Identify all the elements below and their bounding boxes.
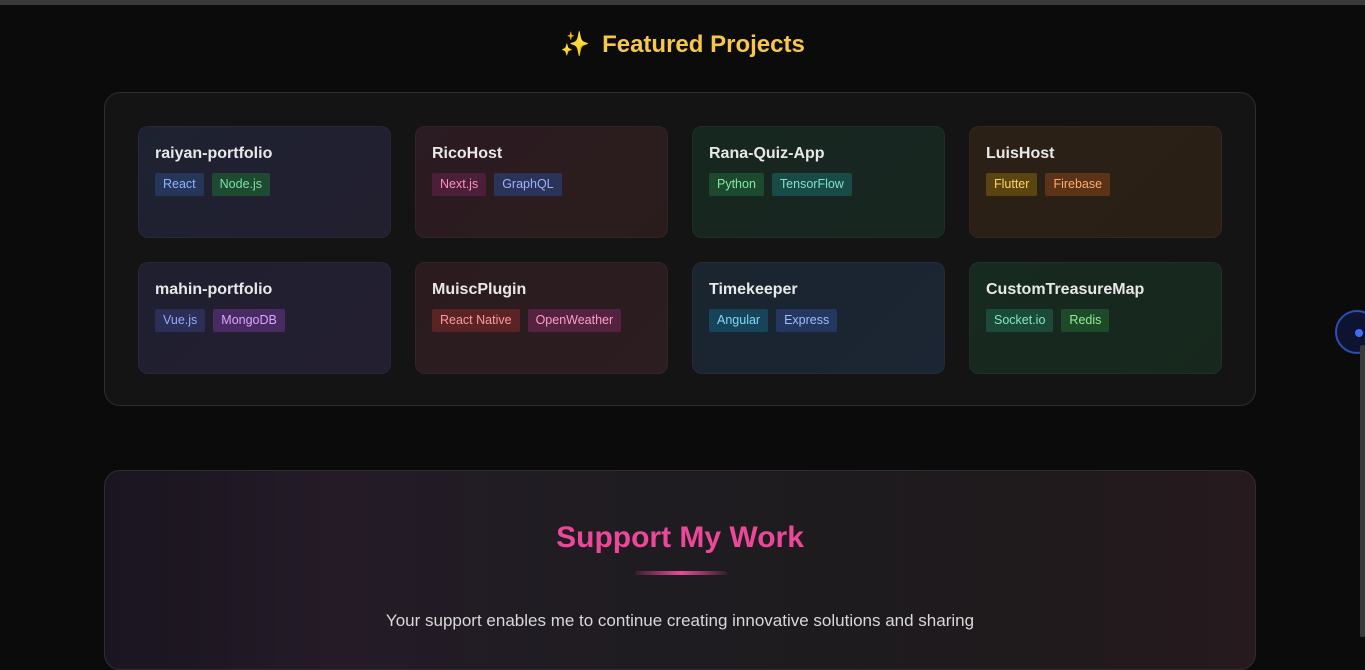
tech-tag: MongoDB bbox=[213, 309, 285, 332]
tech-tag: Redis bbox=[1061, 309, 1110, 332]
project-name: CustomTreasureMap bbox=[986, 281, 1145, 298]
project-name: raiyan-portfolio bbox=[155, 145, 273, 162]
tech-tag: React bbox=[155, 173, 204, 196]
project-tags: React Native OpenWeather bbox=[432, 309, 651, 332]
tech-tag: OpenWeather bbox=[527, 309, 622, 332]
sparkle-icon: ✨ bbox=[560, 31, 591, 58]
tech-tag: Vue.js bbox=[155, 309, 206, 332]
featured-projects-title: Featured Projects bbox=[602, 31, 805, 58]
project-tags: Python TensorFlow bbox=[709, 173, 928, 196]
top-edge-bar bbox=[0, 0, 1365, 5]
support-title: Support My Work bbox=[556, 521, 804, 554]
project-card-luishost[interactable]: LuisHost Flutter Firebase bbox=[969, 126, 1222, 238]
tech-tag: Node.js bbox=[211, 173, 271, 196]
project-tags: Socket.io Redis bbox=[986, 309, 1205, 332]
support-description: Your support enables me to continue crea… bbox=[385, 611, 975, 630]
tech-tag: Flutter bbox=[986, 173, 1038, 196]
project-name: LuisHost bbox=[986, 145, 1055, 162]
support-section: Support My Work Your support enables me … bbox=[104, 470, 1256, 670]
project-card-mahin-portfolio[interactable]: mahin-portfolio Vue.js MongoDB bbox=[138, 262, 391, 374]
project-name: MuiscPlugin bbox=[432, 281, 527, 298]
project-name: mahin-portfolio bbox=[155, 281, 273, 298]
featured-projects-heading: ✨ Featured Projects bbox=[0, 30, 1365, 59]
tech-tag: React Native bbox=[432, 309, 520, 332]
project-name: Rana-Quiz-App bbox=[709, 145, 825, 162]
project-card-ricohost[interactable]: RicoHost Next.js GraphQL bbox=[415, 126, 668, 238]
project-tags: Next.js GraphQL bbox=[432, 173, 651, 196]
project-tags: Vue.js MongoDB bbox=[155, 309, 374, 332]
tech-tag: Python bbox=[709, 173, 764, 196]
page: ✨ Featured Projects raiyan-portfolio Reac… bbox=[0, 0, 1365, 670]
project-card-timekeeper[interactable]: Timekeeper Angular Express bbox=[692, 262, 945, 374]
tech-tag: Express bbox=[776, 309, 838, 332]
tech-tag: Firebase bbox=[1045, 173, 1111, 196]
projects-grid: raiyan-portfolio React Node.js RicoHost … bbox=[138, 126, 1222, 374]
project-name: RicoHost bbox=[432, 145, 503, 162]
title-underline-divider bbox=[635, 571, 727, 575]
featured-projects-panel: raiyan-portfolio React Node.js RicoHost … bbox=[104, 92, 1256, 406]
project-tags: React Node.js bbox=[155, 173, 374, 196]
project-card-rana-quiz-app[interactable]: Rana-Quiz-App Python TensorFlow bbox=[692, 126, 945, 238]
scrollbar-thumb[interactable] bbox=[1360, 345, 1365, 637]
tech-tag: TensorFlow bbox=[771, 173, 852, 196]
tech-tag: GraphQL bbox=[494, 173, 562, 196]
project-card-raiyan-portfolio[interactable]: raiyan-portfolio React Node.js bbox=[138, 126, 391, 238]
tech-tag: Socket.io bbox=[986, 309, 1054, 332]
tech-tag: Angular bbox=[709, 309, 769, 332]
dot-icon bbox=[1355, 329, 1363, 337]
project-tags: Angular Express bbox=[709, 309, 928, 332]
project-card-customtreasuremap[interactable]: CustomTreasureMap Socket.io Redis bbox=[969, 262, 1222, 374]
project-card-muiscplugin[interactable]: MuiscPlugin React Native OpenWeather bbox=[415, 262, 668, 374]
project-tags: Flutter Firebase bbox=[986, 173, 1205, 196]
project-name: Timekeeper bbox=[709, 281, 798, 298]
tech-tag: Next.js bbox=[432, 173, 487, 196]
